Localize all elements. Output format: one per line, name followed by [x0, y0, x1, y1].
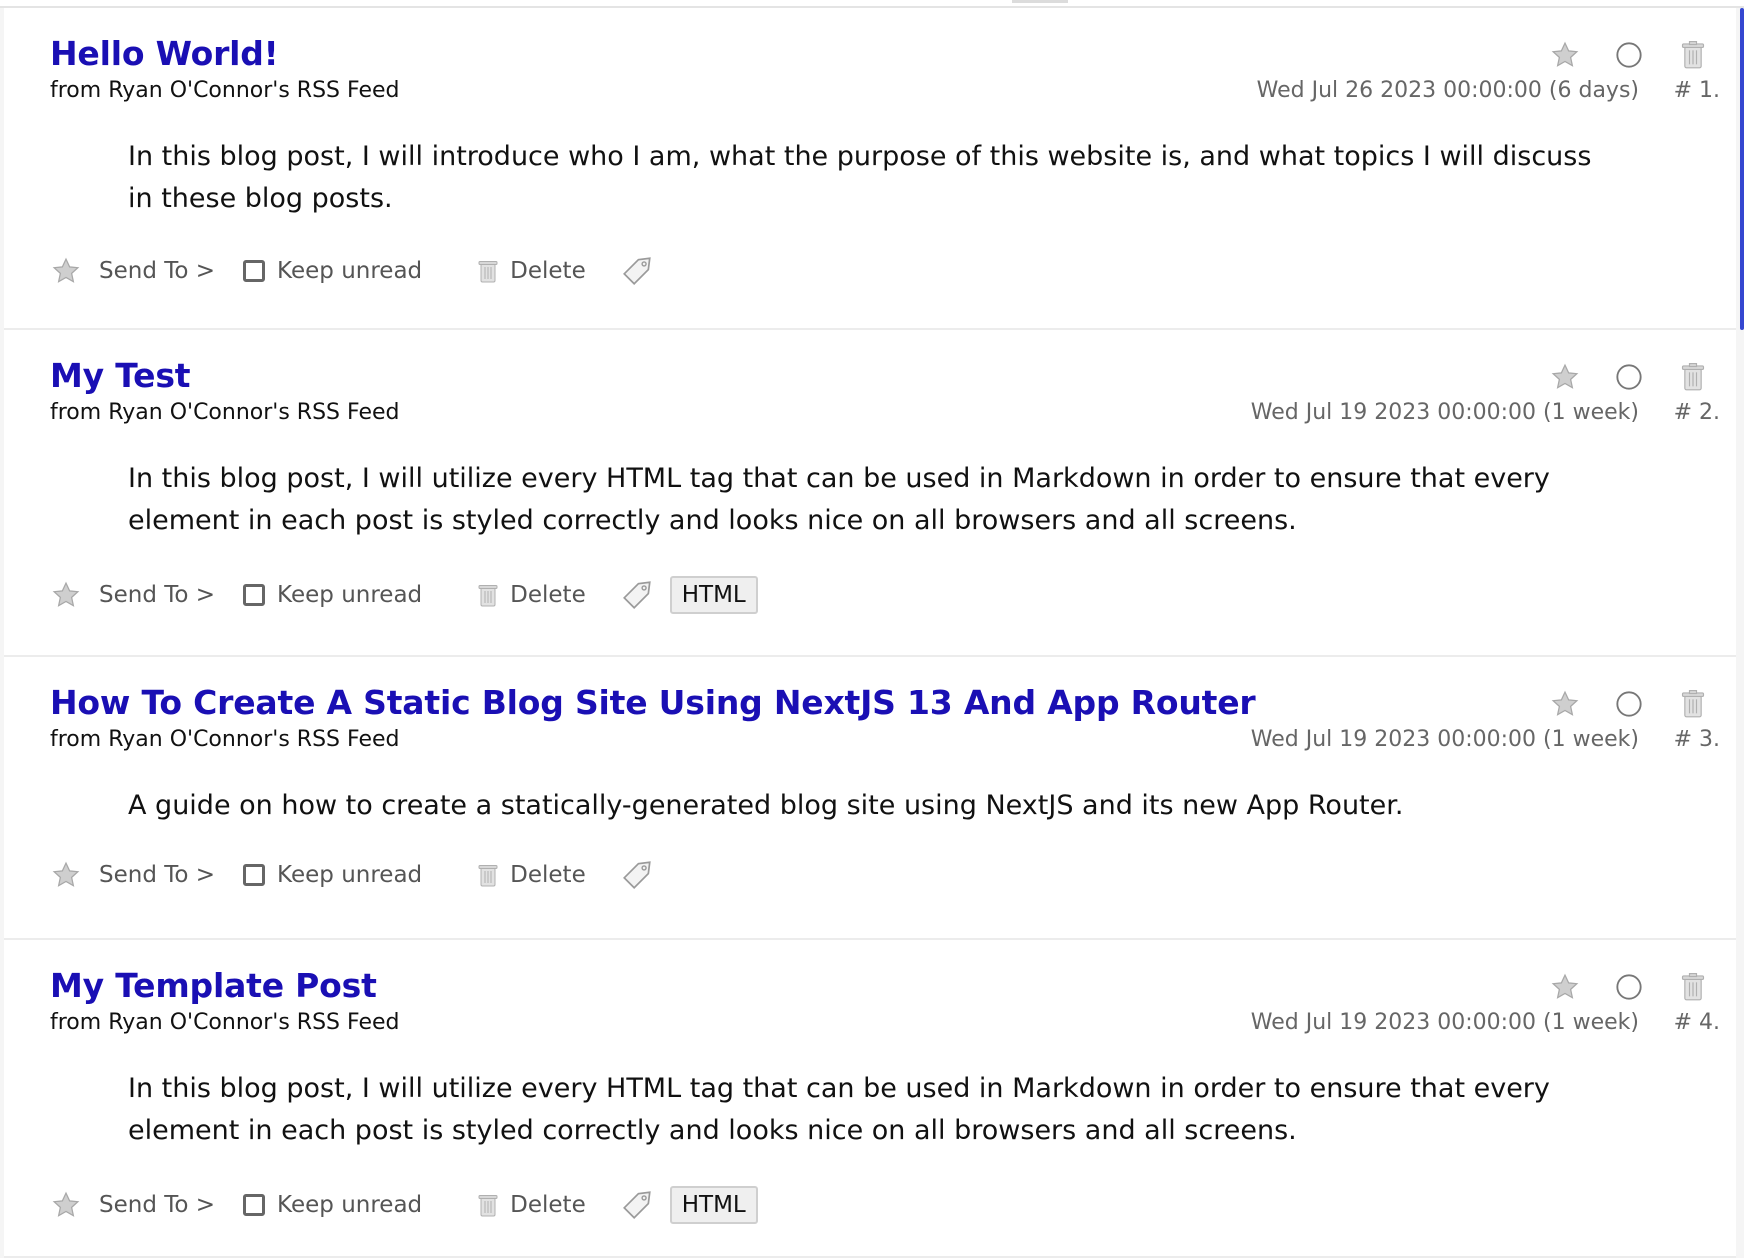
article-summary: In this blog post, I will utilize every …	[128, 1073, 1550, 1146]
article-footer: Send To > Keep unread Delete HTML	[50, 576, 758, 614]
keep-unread-checkbox[interactable]	[243, 1194, 266, 1216]
delete-button[interactable]: Delete	[510, 582, 586, 608]
article-number: # 3.	[1673, 727, 1720, 752]
star-icon[interactable]	[1548, 360, 1582, 394]
article-source: from Ryan O'Connor's RSS Feed	[50, 78, 400, 103]
article-item[interactable]: My Template Post from Ryan O'Connor's RS…	[4, 940, 1736, 1258]
send-to-button[interactable]: Send To >	[99, 1192, 215, 1218]
article-header-actions	[1548, 38, 1710, 72]
article-date: Wed Jul 19 2023 00:00:00 (1 week)	[1250, 400, 1639, 425]
send-to-button[interactable]: Send To >	[99, 862, 215, 888]
tag-icon[interactable]	[620, 578, 654, 612]
trash-icon[interactable]	[1676, 687, 1710, 721]
trash-icon[interactable]	[478, 582, 498, 608]
keep-unread-label[interactable]: Keep unread	[277, 862, 422, 888]
article-footer: Send To > Keep unread Delete	[50, 858, 654, 892]
delete-button[interactable]: Delete	[510, 258, 586, 284]
article-date: Wed Jul 19 2023 00:00:00 (1 week)	[1250, 727, 1639, 752]
article-source: from Ryan O'Connor's RSS Feed	[50, 400, 400, 425]
trash-icon[interactable]	[1676, 970, 1710, 1004]
article-title[interactable]: My Test	[50, 356, 191, 395]
top-tab-marker	[1012, 0, 1068, 3]
tag-icon[interactable]	[620, 858, 654, 892]
star-icon[interactable]	[1548, 687, 1582, 721]
article-date: Wed Jul 19 2023 00:00:00 (1 week)	[1250, 1010, 1639, 1035]
article-header-actions	[1548, 360, 1710, 394]
star-icon[interactable]	[50, 860, 82, 890]
trash-icon[interactable]	[478, 862, 498, 888]
circle-icon[interactable]	[1612, 360, 1646, 394]
keep-unread-label[interactable]: Keep unread	[277, 258, 422, 284]
article-source: from Ryan O'Connor's RSS Feed	[50, 1010, 400, 1035]
send-to-button[interactable]: Send To >	[99, 258, 215, 284]
circle-icon[interactable]	[1612, 38, 1646, 72]
send-to-button[interactable]: Send To >	[99, 582, 215, 608]
circle-icon[interactable]	[1612, 970, 1646, 1004]
article-header-actions	[1548, 970, 1710, 1004]
keep-unread-checkbox[interactable]	[243, 584, 266, 606]
article-summary: In this blog post, I will introduce who …	[128, 141, 1592, 214]
article-summary: A guide on how to create a statically-ge…	[128, 790, 1404, 821]
article-list: Hello World! from Ryan O'Connor's RSS Fe…	[4, 8, 1744, 1258]
article-date: Wed Jul 26 2023 00:00:00 (6 days)	[1256, 78, 1639, 103]
keep-unread-label[interactable]: Keep unread	[277, 1192, 422, 1218]
article-item[interactable]: My Test from Ryan O'Connor's RSS Feed We…	[4, 330, 1736, 657]
article-number: # 1.	[1673, 78, 1720, 103]
tag-icon[interactable]	[620, 254, 654, 288]
article-number: # 4.	[1673, 1010, 1720, 1035]
keep-unread-label[interactable]: Keep unread	[277, 582, 422, 608]
article-item[interactable]: How To Create A Static Blog Site Using N…	[4, 657, 1736, 940]
star-icon[interactable]	[1548, 970, 1582, 1004]
article-title[interactable]: How To Create A Static Blog Site Using N…	[50, 683, 1256, 722]
trash-icon[interactable]	[478, 258, 498, 284]
article-footer: Send To > Keep unread Delete HTML	[50, 1186, 758, 1224]
active-article-indicator	[1740, 8, 1744, 330]
trash-icon[interactable]	[1676, 38, 1710, 72]
delete-button[interactable]: Delete	[510, 862, 586, 888]
keep-unread-checkbox[interactable]	[243, 864, 266, 886]
article-title[interactable]: Hello World!	[50, 34, 279, 73]
feed-page: Hello World! from Ryan O'Connor's RSS Fe…	[0, 0, 1744, 1258]
article-summary: In this blog post, I will utilize every …	[128, 463, 1550, 536]
article-number: # 2.	[1673, 400, 1720, 425]
star-icon[interactable]	[50, 256, 82, 286]
article-header-actions	[1548, 687, 1710, 721]
keep-unread-checkbox[interactable]	[243, 260, 266, 282]
article-item[interactable]: Hello World! from Ryan O'Connor's RSS Fe…	[4, 8, 1744, 330]
circle-icon[interactable]	[1612, 687, 1646, 721]
trash-icon[interactable]	[1676, 360, 1710, 394]
star-icon[interactable]	[1548, 38, 1582, 72]
tag-icon[interactable]	[620, 1188, 654, 1222]
tag-badge[interactable]: HTML	[669, 1186, 758, 1224]
star-icon[interactable]	[50, 580, 82, 610]
trash-icon[interactable]	[478, 1192, 498, 1218]
star-icon[interactable]	[50, 1190, 82, 1220]
article-source: from Ryan O'Connor's RSS Feed	[50, 727, 400, 752]
article-title[interactable]: My Template Post	[50, 966, 377, 1005]
top-divider	[0, 0, 1744, 8]
article-footer: Send To > Keep unread Delete	[50, 254, 654, 288]
delete-button[interactable]: Delete	[510, 1192, 586, 1218]
tag-badge[interactable]: HTML	[669, 576, 758, 614]
